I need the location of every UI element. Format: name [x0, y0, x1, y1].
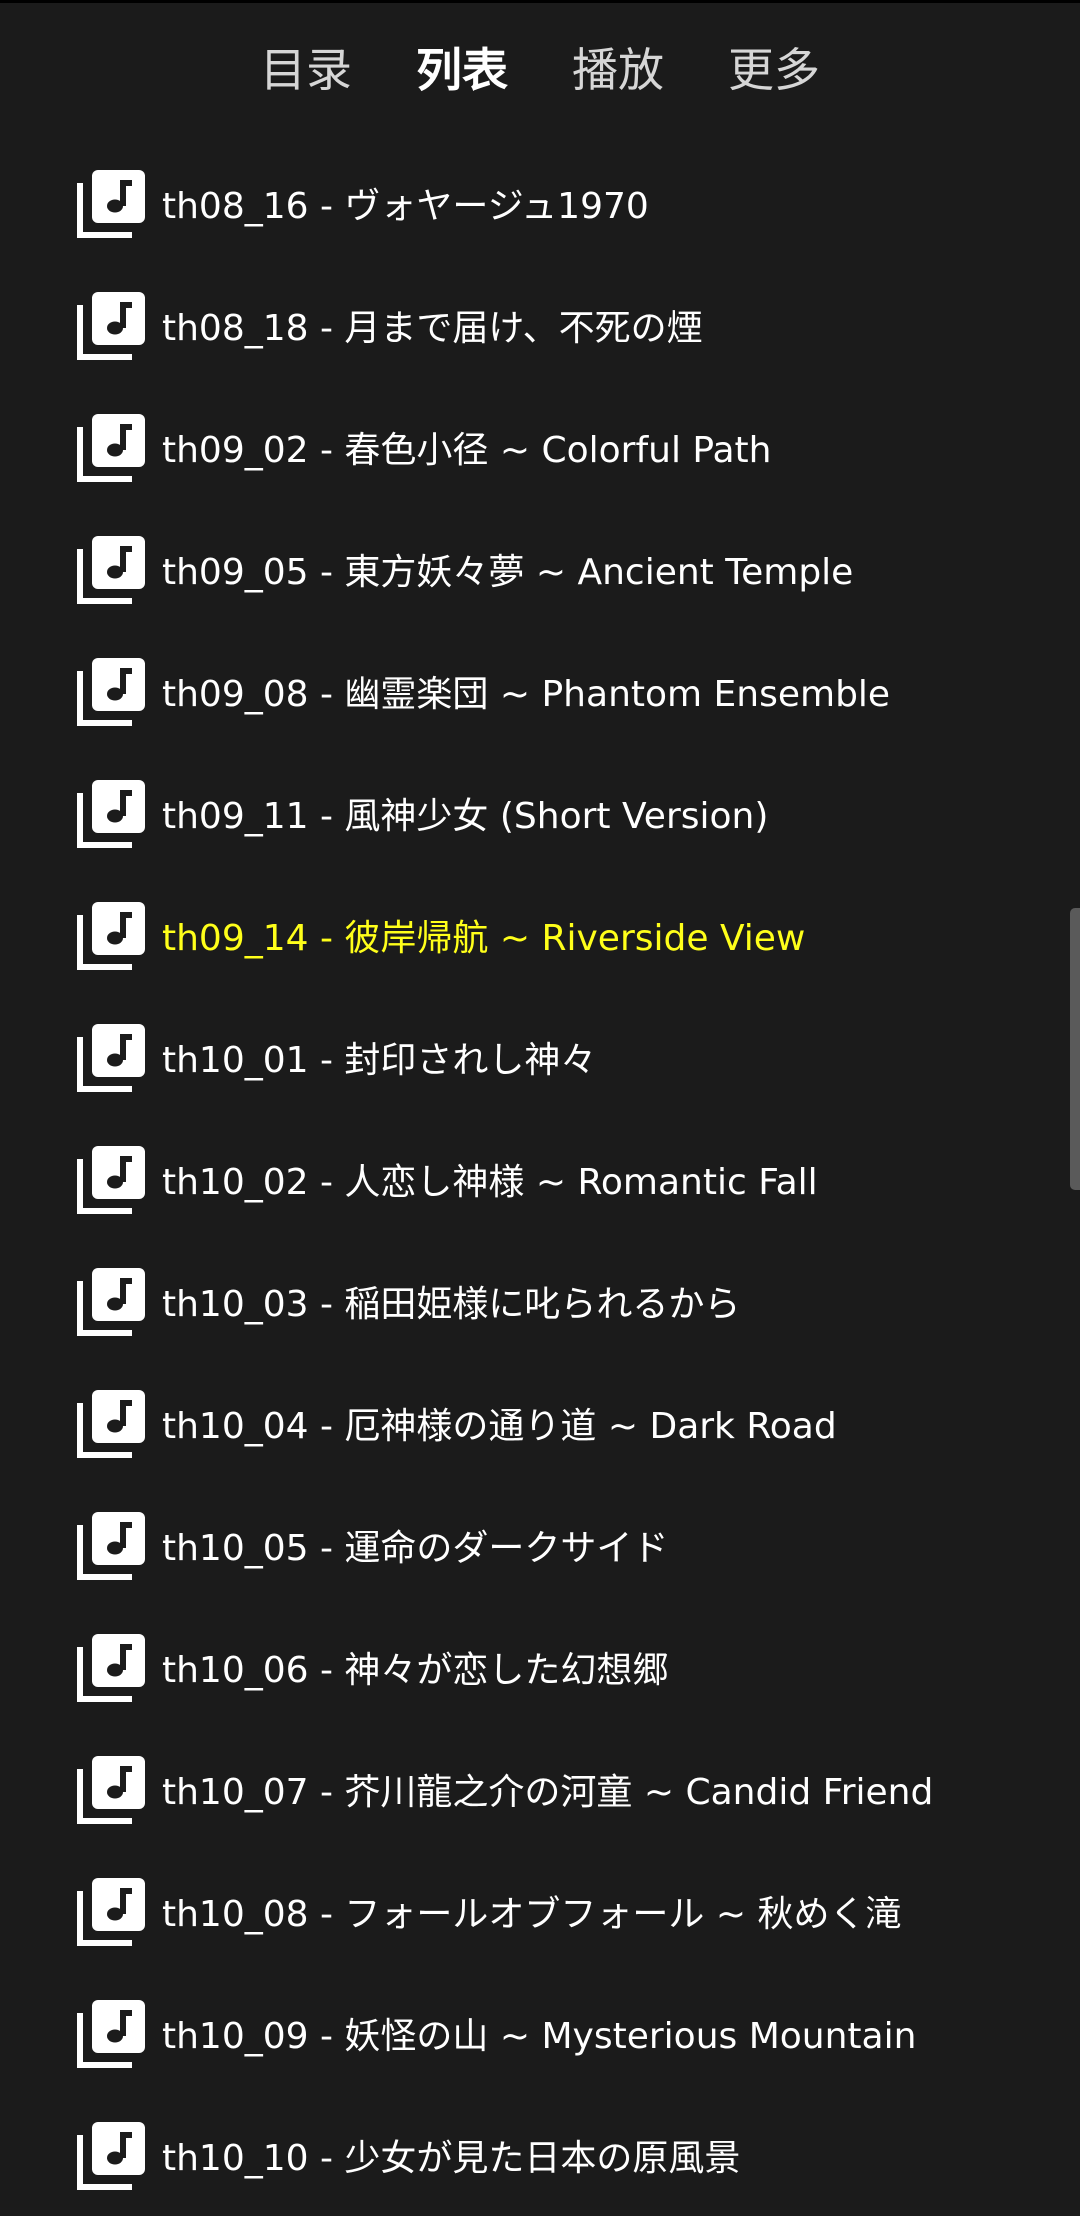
- playlist-item[interactable]: th09_08 - 幽霊楽団 ~ Phantom Ensemble: [0, 630, 1080, 752]
- playlist-item[interactable]: th10_01 - 封印されし神々: [0, 996, 1080, 1118]
- music-library-icon: [76, 777, 148, 849]
- playlist-item[interactable]: th08_16 - ヴォヤージュ1970: [0, 142, 1080, 264]
- playlist-item-label: th10_08 - フォールオブフォール ~ 秋めく滝: [162, 1894, 902, 1935]
- music-library-icon: [77, 902, 145, 970]
- music-library-icon: [76, 2119, 148, 2191]
- playlist-item[interactable]: th09_05 - 東方妖々夢 ~ Ancient Temple: [0, 508, 1080, 630]
- playlist-item[interactable]: th10_09 - 妖怪の山 ~ Mysterious Mountain: [0, 1972, 1080, 2094]
- playlist-item[interactable]: th09_02 - 春色小径 ~ Colorful Path: [0, 386, 1080, 508]
- tab-more[interactable]: 更多: [728, 30, 820, 110]
- music-library-icon: [77, 1634, 145, 1702]
- playlist-item-label: th10_06 - 神々が恋した幻想郷: [162, 1650, 669, 1691]
- playlist-item[interactable]: th10_02 - 人恋し神様 ~ Romantic Fall: [0, 1118, 1080, 1240]
- playlist-item-label: th10_01 - 封印されし神々: [162, 1040, 597, 1081]
- tab-directory[interactable]: 目录: [260, 30, 352, 110]
- playlist-item[interactable]: th10_03 - 稲田姫様に叱られるから: [0, 1240, 1080, 1362]
- playlist-item-label: th08_18 - 月まで届け、不死の煙: [162, 308, 703, 349]
- playlist-item-label: th10_07 - 芥川龍之介の河童 ~ Candid Friend: [162, 1772, 934, 1813]
- playlist: th08_16 - ヴォヤージュ1970 th08_18 - 月まで届け、不死の煙…: [0, 142, 1080, 2216]
- music-library-icon: [76, 1265, 148, 1337]
- playlist-item[interactable]: th09_11 - 風神少女 (Short Version): [0, 752, 1080, 874]
- music-library-icon: [77, 1756, 145, 1824]
- playlist-item[interactable]: th10_08 - フォールオブフォール ~ 秋めく滝: [0, 1850, 1080, 1972]
- music-library-icon: [77, 2122, 145, 2190]
- playlist-item-label: th10_03 - 稲田姫様に叱られるから: [162, 1284, 741, 1325]
- music-library-icon: [76, 1143, 148, 1215]
- music-library-icon: [77, 1268, 145, 1336]
- playlist-item-label: th09_02 - 春色小径 ~ Colorful Path: [162, 430, 772, 471]
- playlist-item-label: th10_04 - 厄神様の通り道 ~ Dark Road: [162, 1406, 837, 1447]
- playlist-item-label: th10_05 - 運命のダークサイド: [162, 1528, 669, 1569]
- playlist-item-label: th09_14 - 彼岸帰航 ~ Riverside View: [162, 918, 806, 959]
- playlist-item-current[interactable]: th09_14 - 彼岸帰航 ~ Riverside View: [0, 874, 1080, 996]
- playlist-item[interactable]: th08_18 - 月まで届け、不死の煙: [0, 264, 1080, 386]
- music-library-icon: [76, 289, 148, 361]
- music-library-icon: [77, 292, 145, 360]
- tab-list[interactable]: 列表: [416, 30, 508, 110]
- top-edge: [0, 0, 1080, 3]
- music-library-icon: [77, 414, 145, 482]
- music-library-icon: [77, 536, 145, 604]
- music-library-icon: [77, 1512, 145, 1580]
- music-library-icon: [77, 1390, 145, 1458]
- playlist-item[interactable]: th10_07 - 芥川龍之介の河童 ~ Candid Friend: [0, 1728, 1080, 1850]
- playlist-item-label: th09_05 - 東方妖々夢 ~ Ancient Temple: [162, 552, 854, 593]
- music-library-icon: [76, 1021, 148, 1093]
- playlist-item-label: th09_08 - 幽霊楽団 ~ Phantom Ensemble: [162, 674, 891, 715]
- music-library-icon: [77, 1146, 145, 1214]
- music-library-icon: [77, 1878, 145, 1946]
- playlist-item-label: th09_11 - 風神少女 (Short Version): [162, 796, 769, 837]
- playlist-item[interactable]: th10_10 - 少女が見た日本の原風景: [0, 2094, 1080, 2216]
- music-library-icon: [77, 658, 145, 726]
- music-library-icon: [77, 2000, 145, 2068]
- music-library-icon: [76, 1631, 148, 1703]
- music-library-icon: [76, 655, 148, 727]
- music-library-icon: [76, 1387, 148, 1459]
- music-library-icon: [76, 533, 148, 605]
- music-library-icon: [76, 167, 148, 239]
- tab-playback[interactable]: 播放: [572, 30, 664, 110]
- music-library-icon: [76, 1753, 148, 1825]
- music-library-icon: [77, 1024, 145, 1092]
- music-library-icon: [76, 1997, 148, 2069]
- music-library-icon: [76, 899, 148, 971]
- playlist-item[interactable]: th10_05 - 運命のダークサイド: [0, 1484, 1080, 1606]
- playlist-item-label: th10_10 - 少女が見た日本の原風景: [162, 2138, 741, 2179]
- music-library-icon: [76, 411, 148, 483]
- playlist-item[interactable]: th10_04 - 厄神様の通り道 ~ Dark Road: [0, 1362, 1080, 1484]
- music-library-icon: [77, 170, 145, 238]
- scrollbar[interactable]: [1070, 908, 1080, 1190]
- playlist-item-label: th10_02 - 人恋し神様 ~ Romantic Fall: [162, 1162, 818, 1203]
- music-library-icon: [77, 780, 145, 848]
- tab-bar: 目录 列表 播放 更多: [0, 30, 1080, 110]
- playlist-item-label: th08_16 - ヴォヤージュ1970: [162, 186, 649, 227]
- playlist-item[interactable]: th10_06 - 神々が恋した幻想郷: [0, 1606, 1080, 1728]
- music-library-icon: [76, 1509, 148, 1581]
- music-library-icon: [76, 1875, 148, 1947]
- playlist-item-label: th10_09 - 妖怪の山 ~ Mysterious Mountain: [162, 2016, 917, 2057]
